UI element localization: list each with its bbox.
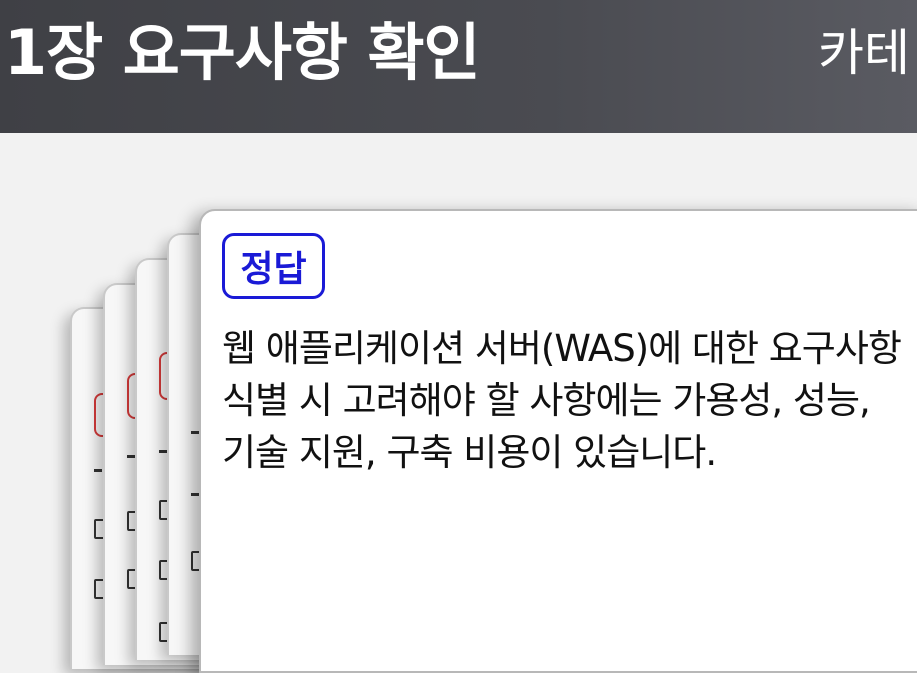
category-label[interactable]: 카테 bbox=[818, 28, 910, 78]
answer-text: 웹 애플리케이션 서버(WAS)에 대한 요구사항 식별 시 고려해야 할 사항… bbox=[222, 327, 902, 474]
flashcard-answer[interactable]: 정답 웹 애플리케이션 서버(WAS)에 대한 요구사항 식별 시 고려해야 할… bbox=[199, 209, 917, 673]
page-title: 1장 요구사항 확인 bbox=[4, 16, 481, 89]
stacked-card-text-fragment bbox=[191, 431, 199, 434]
stacked-card-text-fragment bbox=[191, 493, 199, 496]
answer-badge: 정답 bbox=[222, 233, 325, 299]
top-header: 1장 요구사항 확인 카테 bbox=[0, 0, 917, 133]
stacked-card-text-fragment bbox=[94, 469, 102, 472]
stacked-card-text-fragment bbox=[127, 455, 135, 458]
